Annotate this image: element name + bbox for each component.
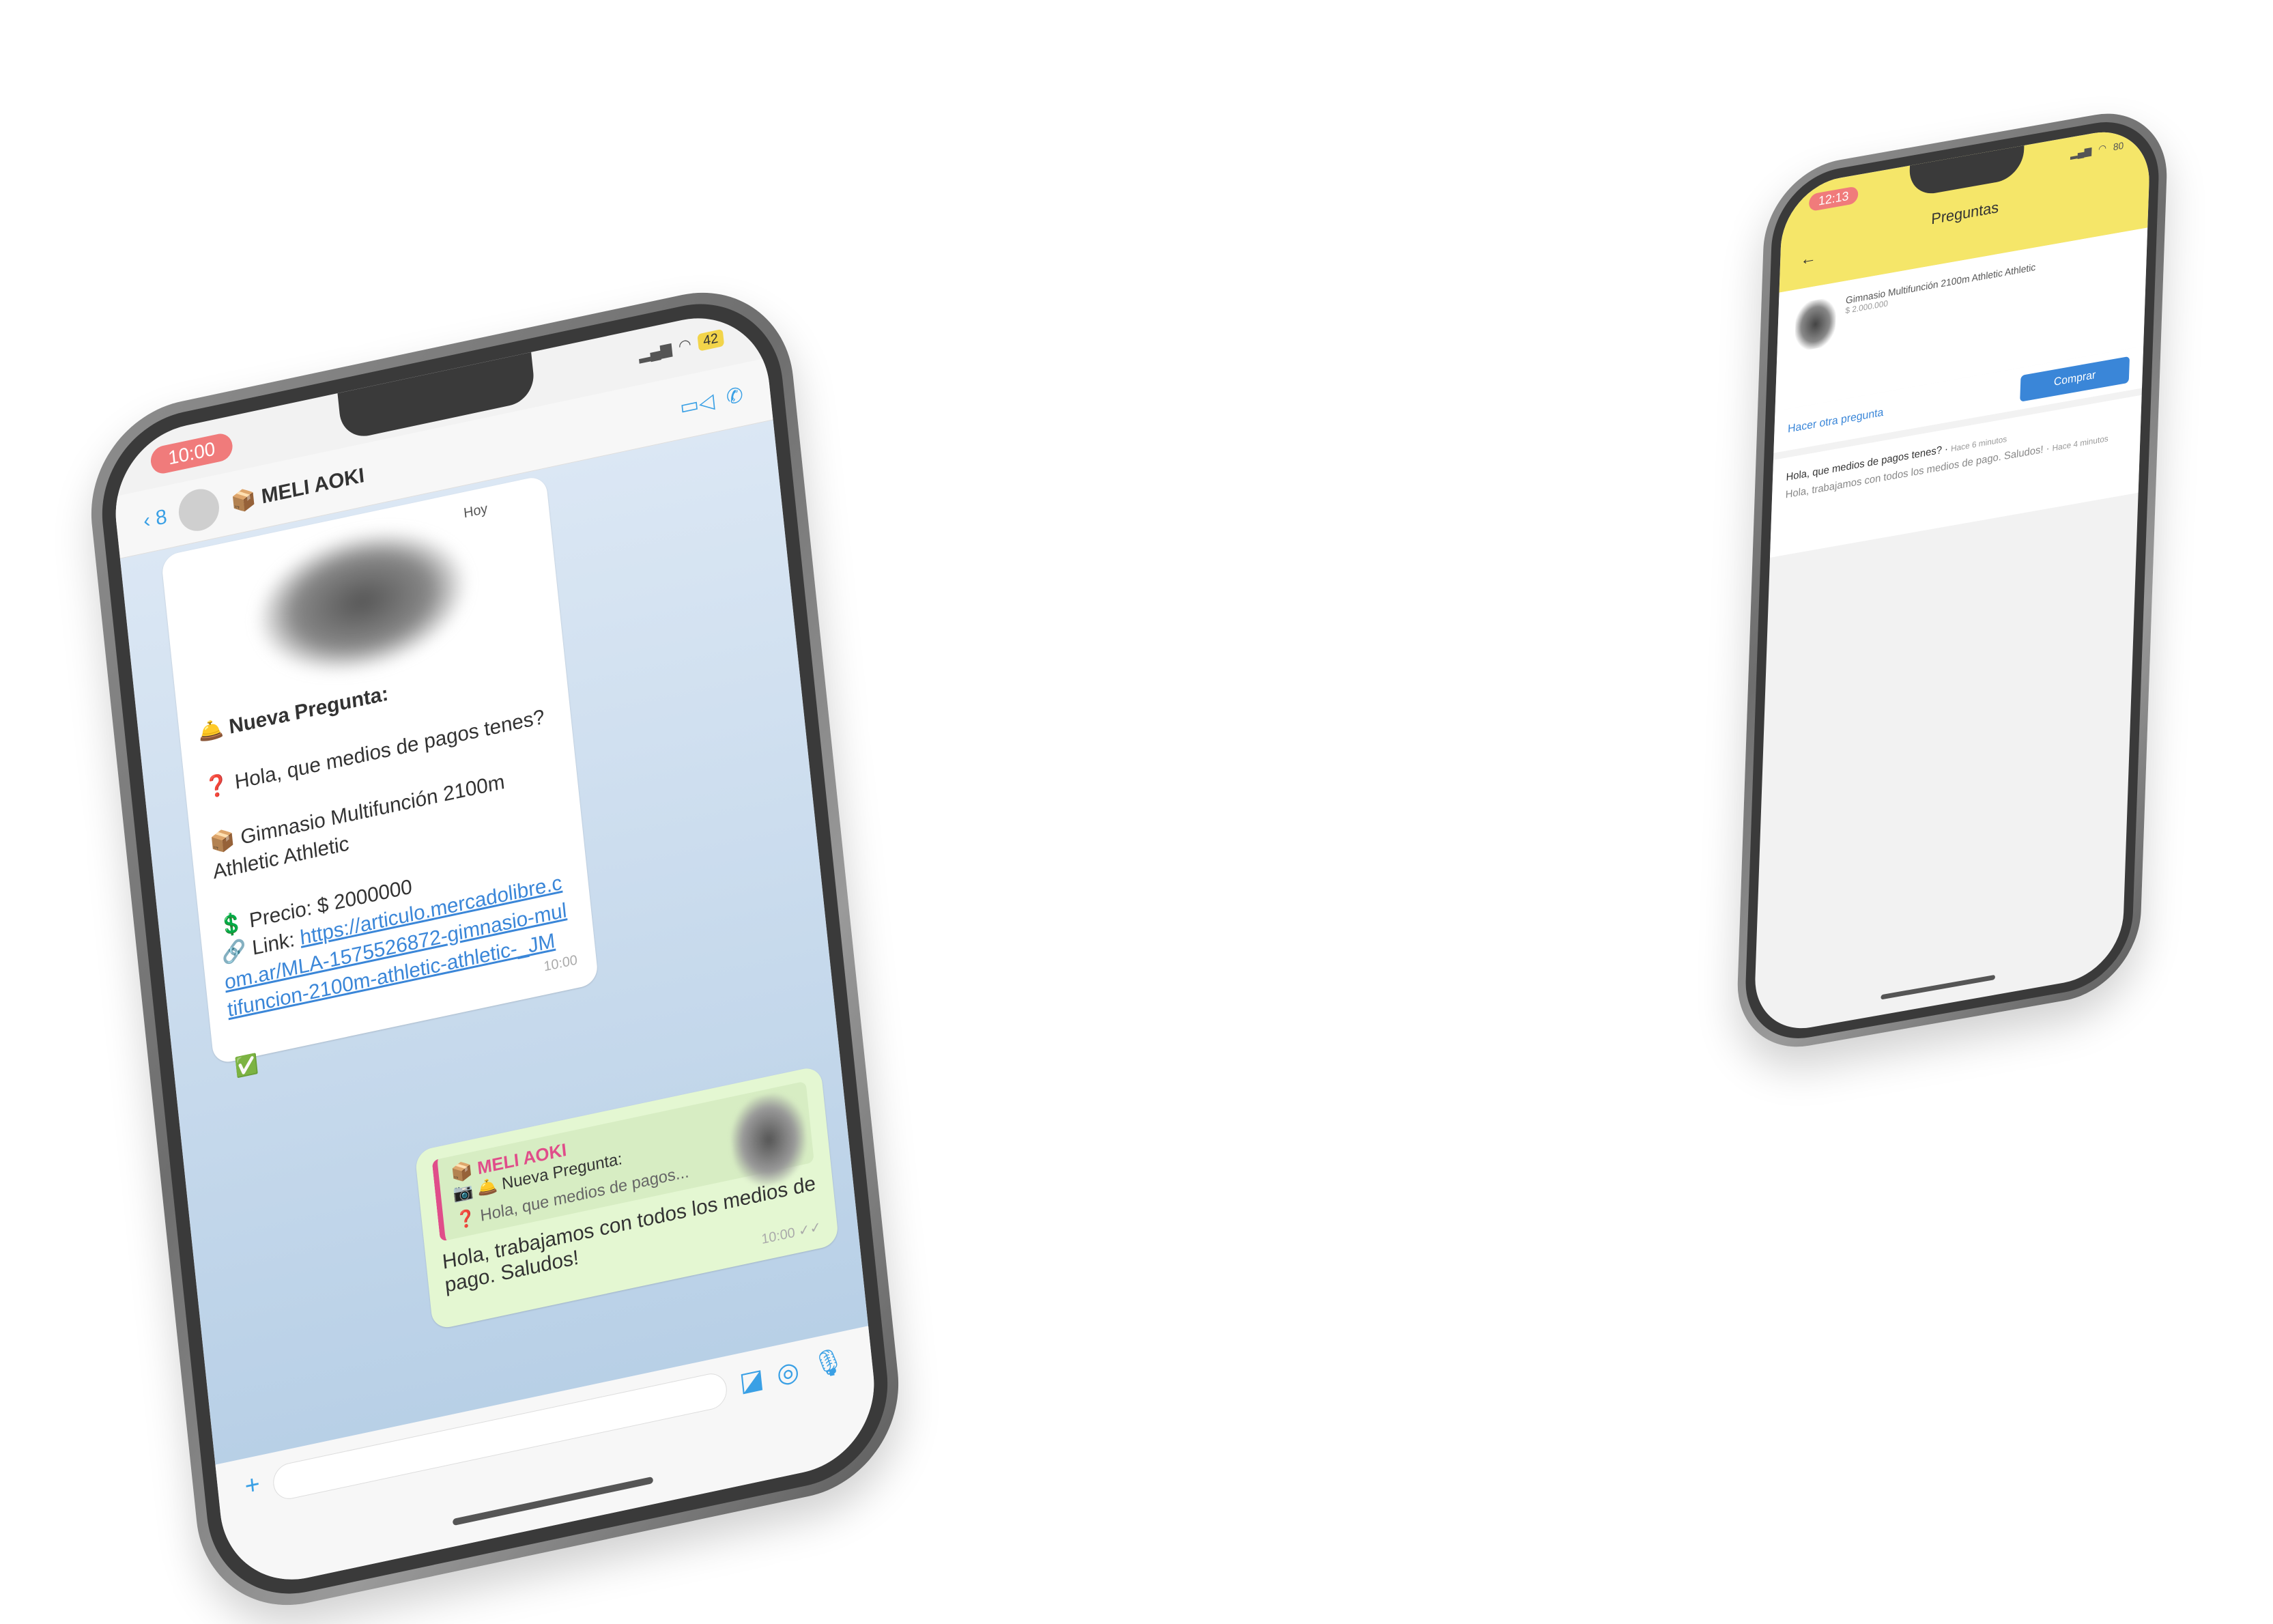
plus-icon[interactable]: + [244,1470,261,1502]
left-phone: 10:00 ▂▄▆ ◠ 42 ‹ 8 📦 MELI AOKI ▭◁ ✆ Hoy … [81,273,909,1624]
status-time: 12:13 [1808,186,1859,212]
back-arrow-icon[interactable]: ← [1800,248,1817,270]
wifi-icon: ◠ [677,334,692,355]
answer-meta: Hace 4 minutos [2052,433,2108,453]
incoming-message[interactable]: Hoy 🛎️ Nueva Pregunta: ❓ Hola, que medio… [160,474,599,1079]
status-icons: ▂▄▆ ◠ 42 [638,328,725,364]
quote-thumbnail [727,1087,811,1193]
battery-icon: 80 [2113,139,2124,153]
right-phone: Preguntas ← 12:13 ▂▄▆ ◠ 80 Gimnasio Mult… [1734,102,2170,1059]
chat-area[interactable]: Hoy 🛎️ Nueva Pregunta: ❓ Hola, que medio… [119,419,872,1492]
wifi-icon: ◠ [2098,141,2107,155]
date-chip: Hoy [456,497,496,526]
home-indicator[interactable] [1881,974,1996,1000]
battery-icon: 42 [697,328,725,352]
product-image [248,511,476,693]
mercadolibre-screen: Preguntas ← 12:13 ▂▄▆ ◠ 80 Gimnasio Mult… [1753,123,2152,1038]
back-button[interactable]: ‹ 8 [142,505,168,533]
product-thumbnail [1794,296,1837,353]
status-icons: ▂▄▆ ◠ 80 [2070,139,2124,160]
sticker-icon[interactable]: ◪ [738,1363,765,1398]
microphone-icon[interactable]: 🎙 [811,1345,846,1382]
outgoing-message[interactable]: 📦 MELI AOKI 📷 🛎️ Nueva Pregunta: ❓ Hola,… [414,1065,840,1330]
signal-icon: ▂▄▆ [2070,144,2092,160]
avatar[interactable] [176,485,221,535]
reaction[interactable]: ✅ [233,1050,259,1081]
camera-icon[interactable]: ◎ [775,1355,801,1391]
phone-call-icon[interactable]: ✆ [725,382,744,410]
status-time: 10:00 [149,431,234,476]
unread-count: 8 [154,505,169,530]
video-call-icon[interactable]: ▭◁ [678,388,715,420]
signal-icon: ▂▄▆ [638,339,673,364]
whatsapp-screen: 10:00 ▂▄▆ ◠ 42 ‹ 8 📦 MELI AOKI ▭◁ ✆ Hoy … [107,303,883,1595]
